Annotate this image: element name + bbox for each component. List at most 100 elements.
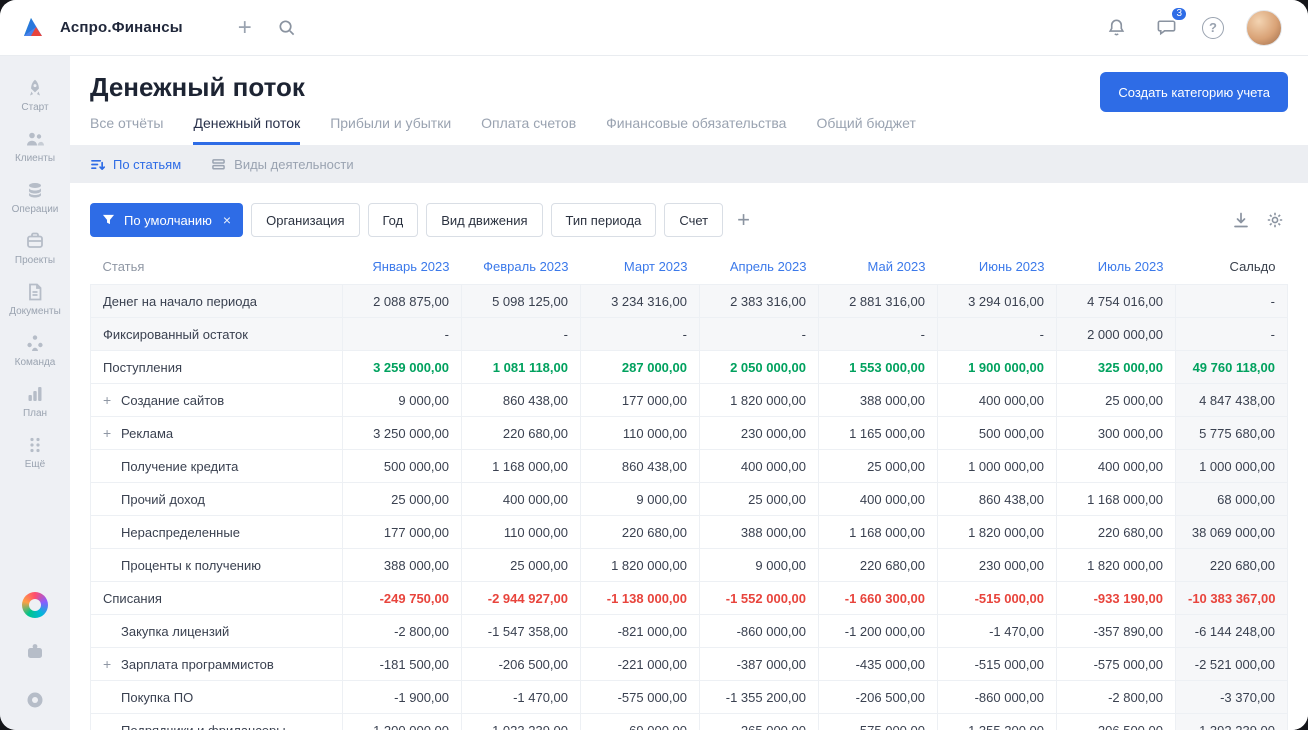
column-header-saldo[interactable]: Сальдо [1176,251,1288,285]
aspro-suite-logo-icon[interactable] [22,592,48,618]
value-cell: -860 000,00 [937,680,1057,714]
search-icon[interactable] [273,14,301,42]
add-filter-icon[interactable]: + [731,209,756,231]
report-tab[interactable]: Денежный поток [193,115,301,145]
sidebar-item[interactable]: Ещё [3,427,67,478]
value-cell: 25 000,00 [461,548,581,582]
table-row[interactable]: Нераспределенные 177 000,00 110 000,00 220… [90,515,1288,549]
column-header-month[interactable]: Апрель 2023 [700,251,819,285]
sidebar-item[interactable]: Проекты [3,223,67,274]
row-label: Прочий доход [121,491,205,507]
row-label: Поступления [103,359,183,375]
remove-filter-icon[interactable]: × [223,212,231,228]
sidebar-item-label: План [22,408,48,419]
active-filter-chip[interactable]: По умолчанию × [90,203,244,237]
report-tabs: Все отчёты Денежный поток Прибыли и убыт… [90,115,1288,145]
table-row[interactable]: Прочий доход 25 000,00 400 000,00 9 000,00… [90,482,1288,516]
column-header-month[interactable]: Март 2023 [581,251,700,285]
column-header-month[interactable]: Май 2023 [819,251,938,285]
filter-chip[interactable]: Тип периода [550,203,657,237]
value-cell: - [342,317,462,351]
value-cell: 25 000,00 [342,482,462,516]
report-tab[interactable]: Финансовые обязательства [606,115,786,145]
report-tab[interactable]: Оплата счетов [481,115,576,145]
saldo-cell: 1 000 000,00 [1175,449,1288,483]
value-cell: -1 138 000,00 [580,581,700,615]
column-header-month[interactable]: Июнь 2023 [938,251,1057,285]
value-cell: -1 660 300,00 [818,581,938,615]
value-cell: -265 000,00 [699,713,819,730]
notifications-bell-icon[interactable] [1102,14,1130,42]
create-category-button[interactable]: Создать категорию учета [1100,72,1288,112]
table-row[interactable]: Получение кредита 500 000,00 1 168 000,00… [90,449,1288,483]
column-header-month[interactable]: Февраль 2023 [462,251,581,285]
view-tab-by-items[interactable]: По статьям [90,157,181,172]
topbar: Аспро.Финансы + 3 ? [0,0,1308,56]
value-cell: -206 500,00 [1056,713,1176,730]
team-icon [25,333,45,353]
sidebar-item[interactable]: Клиенты [3,121,67,172]
value-cell: -249 750,00 [342,581,462,615]
value-cell: 177 000,00 [342,515,462,549]
global-add-button[interactable]: + [231,14,259,42]
sidebar-item[interactable]: План [3,376,67,427]
table-row[interactable]: + Реклама 3 250 000,00 220 680,00 110 000,0… [90,416,1288,450]
value-cell: 3 259 000,00 [342,350,462,384]
sidebar-item[interactable]: Документы [3,274,67,325]
filter-chip[interactable]: Организация [251,203,360,237]
expand-plus-icon[interactable]: + [103,393,121,407]
column-header-month[interactable]: Июль 2023 [1057,251,1176,285]
report-tab[interactable]: Все отчёты [90,115,163,145]
table-row[interactable]: Проценты к получению 388 000,00 25 000,00… [90,548,1288,582]
value-cell: 110 000,00 [580,416,700,450]
filter-chip[interactable]: Год [367,203,419,237]
saldo-cell: -2 521 000,00 [1175,647,1288,681]
table-row[interactable]: Покупка ПО -1 900,00 -1 470,00 -575 000,00… [90,680,1288,714]
report-tab[interactable]: Общий бюджет [816,115,915,145]
value-cell: 388 000,00 [342,548,462,582]
table-row[interactable]: Поступления 3 259 000,00 1 081 118,00 287 … [90,350,1288,384]
sidebar-item[interactable]: Операции [3,172,67,223]
sidebar-item-label: Клиенты [14,153,56,164]
expand-plus-icon[interactable]: + [103,426,121,440]
row-label: Покупка ПО [121,689,194,705]
expand-plus-icon[interactable]: + [103,657,121,671]
sidebar: Старт Клиенты Операции Проекты Документы… [0,56,70,730]
value-cell: 220 680,00 [818,548,938,582]
download-icon[interactable] [1228,207,1254,233]
main-content: Денежный поток Создать категорию учета В… [70,56,1308,730]
table-row[interactable]: Списания -249 750,00 -2 944 927,00 -1 138 … [90,581,1288,615]
value-cell: 2 088 875,00 [342,284,462,318]
filter-chip[interactable]: Счет [664,203,724,237]
value-cell: -515 000,00 [937,647,1057,681]
value-cell: 500 000,00 [937,416,1057,450]
value-cell: - [699,317,819,351]
column-header-month[interactable]: Январь 2023 [343,251,462,285]
integrations-icon[interactable] [21,638,49,666]
table-row[interactable]: Закупка лицензий -2 800,00 -1 547 358,00-… [90,614,1288,648]
value-cell: -181 500,00 [342,647,462,681]
value-cell: -575 000,00 [1056,647,1176,681]
value-cell: 860 438,00 [937,482,1057,516]
sidebar-item[interactable]: Старт [3,70,67,121]
settings-gear-icon[interactable] [1262,207,1288,233]
chat-unread-badge: 3 [1170,5,1188,22]
sidebar-item[interactable]: Команда [3,325,67,376]
filter-chip[interactable]: Вид движения [426,203,543,237]
value-cell: 25 000,00 [1056,383,1176,417]
value-cell: 9 000,00 [699,548,819,582]
value-cell: 2 383 316,00 [699,284,819,318]
table-row[interactable]: Денег на начало периода 2 088 875,00 5 09… [90,284,1288,318]
table-row[interactable]: + Создание сайтов 9 000,00 860 438,00 177 0… [90,383,1288,417]
table-row[interactable]: + Зарплата программистов -181 500,00 -206 … [90,647,1288,681]
app-logo-icon[interactable] [20,15,46,41]
saldo-cell: 38 069 000,00 [1175,515,1288,549]
avatar[interactable] [1246,9,1282,46]
value-cell: 1 820 000,00 [580,548,700,582]
table-row[interactable]: Фиксированный остаток ------2 000 000,00… [90,317,1288,351]
help-icon[interactable]: ? [1202,16,1224,39]
view-tab-activity-types[interactable]: Виды деятельности [211,157,354,172]
table-row[interactable]: Подрядчики и фрилансеры -1 200 000,00 -1 … [90,713,1288,730]
report-tab[interactable]: Прибыли и убытки [330,115,451,145]
support-chat-icon[interactable] [21,686,49,714]
